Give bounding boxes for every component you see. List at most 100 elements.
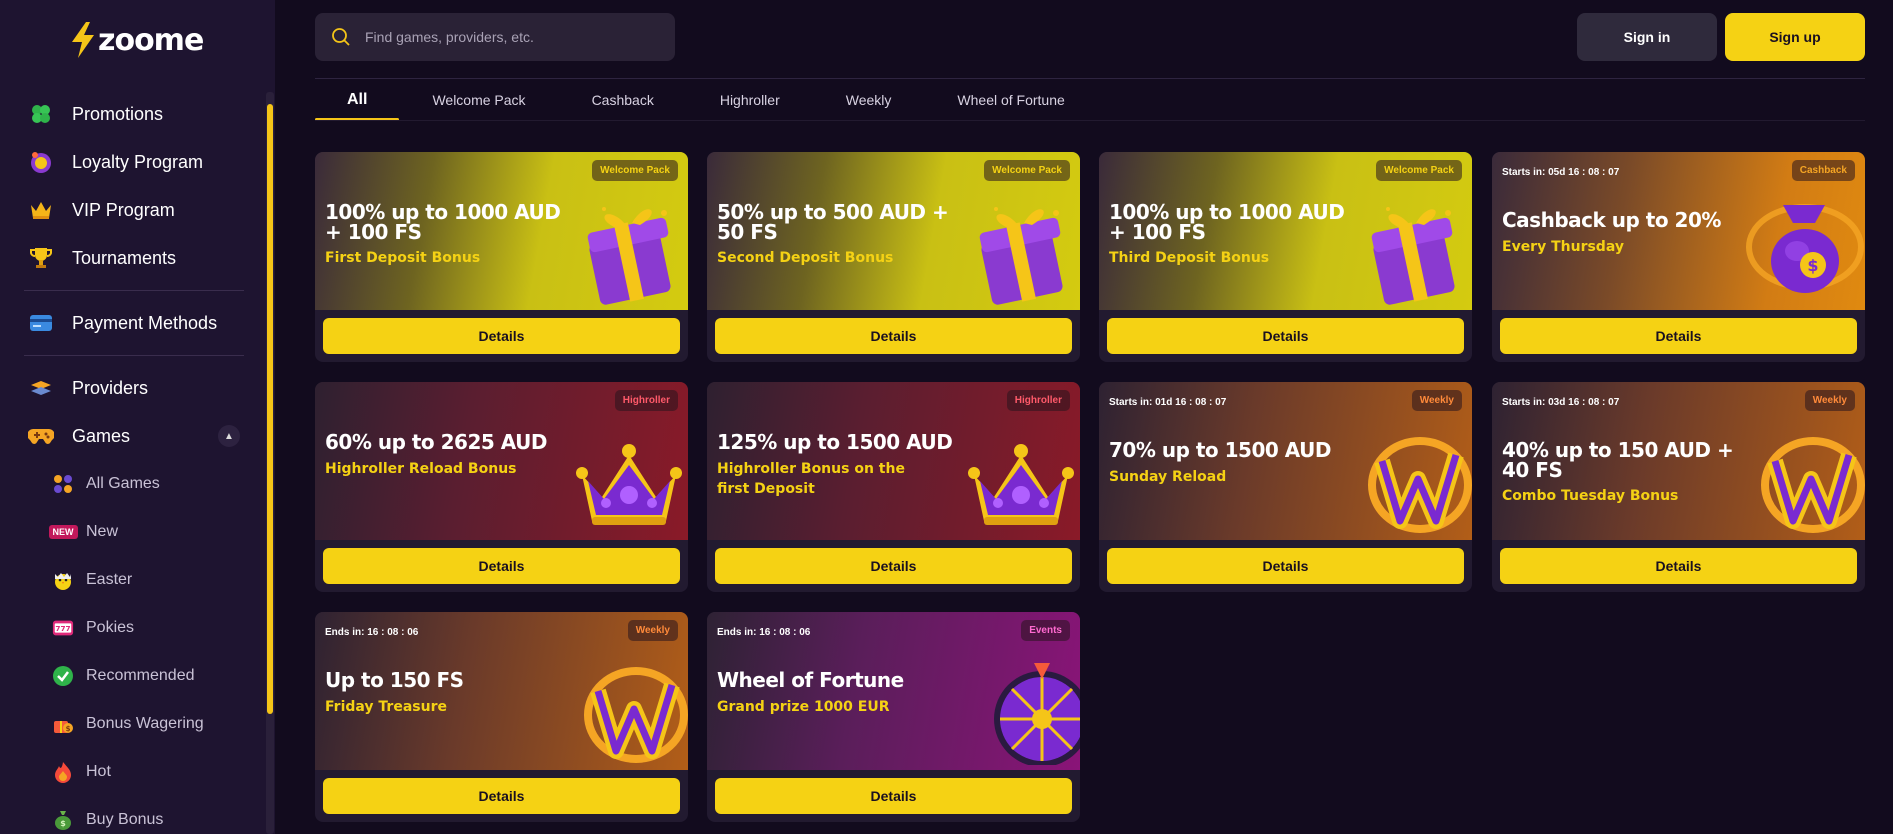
promo-card[interactable]: Ends in: 16 : 08 : 06 Weekly Up to 150 FS F… bbox=[315, 612, 688, 822]
brand-name: zoome bbox=[98, 22, 204, 58]
promo-banner[interactable]: Welcome Pack 100% up to 1000 AUD + 100 FS… bbox=[315, 152, 688, 310]
sidebar-item-loyalty-program[interactable]: Loyalty Program bbox=[0, 138, 264, 186]
promo-card[interactable]: Highroller 125% up to 1500 AUD Highroller … bbox=[707, 382, 1080, 592]
svg-text:$: $ bbox=[60, 819, 66, 828]
slot-icon: 777 bbox=[52, 617, 74, 639]
zoome-logo[interactable]: zoome bbox=[70, 22, 204, 58]
promo-card[interactable]: Highroller 60% up to 2625 AUD Highroller R… bbox=[315, 382, 688, 592]
gift-illustration-icon bbox=[574, 195, 684, 310]
promo-category-tag: Welcome Pack bbox=[984, 160, 1070, 181]
promo-card[interactable]: Welcome Pack 50% up to 500 AUD + 50 FS Sec… bbox=[707, 152, 1080, 362]
promo-card[interactable]: Starts in: 01d 16 : 08 : 07 Weekly 70% up … bbox=[1099, 382, 1472, 592]
promo-banner[interactable]: Highroller 125% up to 1500 AUD Highroller … bbox=[707, 382, 1080, 540]
details-button[interactable]: Details bbox=[323, 778, 680, 814]
promo-subtitle: First Deposit Bonus bbox=[325, 250, 481, 266]
promo-banner[interactable]: Ends in: 16 : 08 : 06 Events Wheel of Fort… bbox=[707, 612, 1080, 770]
promo-title: Cashback up to 20% bbox=[1502, 208, 1721, 232]
details-button[interactable]: Details bbox=[1107, 548, 1464, 584]
details-button[interactable]: Details bbox=[1500, 318, 1857, 354]
sidebar-item-payment-methods[interactable]: Payment Methods bbox=[0, 299, 264, 347]
search-input[interactable] bbox=[365, 29, 665, 45]
promo-banner[interactable]: Highroller 60% up to 2625 AUD Highroller R… bbox=[315, 382, 688, 540]
details-button[interactable]: Details bbox=[715, 548, 1072, 584]
promo-subtitle: Highroller Bonus on the first Deposit bbox=[717, 461, 905, 497]
tab-welcome-pack[interactable]: Welcome Pack bbox=[399, 79, 558, 121]
promo-banner[interactable]: Ends in: 16 : 08 : 06 Weekly Up to 150 FS F… bbox=[315, 612, 688, 770]
tab-all[interactable]: All bbox=[315, 79, 400, 121]
promo-timer: Starts in: 03d 16 : 08 : 07 bbox=[1502, 397, 1620, 408]
tab-weekly[interactable]: Weekly bbox=[813, 79, 925, 121]
promo-subtitle: Sunday Reload bbox=[1109, 469, 1227, 485]
sidebar-subitem-all-games[interactable]: All Games bbox=[0, 460, 264, 508]
promo-category-tag: Welcome Pack bbox=[1376, 160, 1462, 181]
promo-subtitle: Second Deposit Bonus bbox=[717, 250, 894, 266]
sidebar-item-label: Games bbox=[72, 425, 131, 446]
promo-title: Wheel of Fortune bbox=[717, 668, 904, 692]
details-button[interactable]: Details bbox=[715, 778, 1072, 814]
promo-category-tag: Weekly bbox=[627, 620, 678, 641]
promo-category-tag: Events bbox=[1021, 620, 1070, 641]
sidebar-subitem-label: Bonus Wagering bbox=[86, 715, 204, 732]
sign-up-button[interactable]: Sign up bbox=[1725, 13, 1865, 61]
details-button[interactable]: Details bbox=[1500, 548, 1857, 584]
sidebar-subitem-label: Recommended bbox=[86, 667, 195, 684]
sidebar-subitem-new[interactable]: NEW New bbox=[0, 508, 264, 556]
sidebar-subitem-recommended[interactable]: Recommended bbox=[0, 652, 264, 700]
sidebar-subitem-easter[interactable]: Easter bbox=[0, 556, 264, 604]
search-bar[interactable] bbox=[315, 13, 675, 61]
svg-text:777: 777 bbox=[55, 624, 70, 633]
sidebar-nav: Promotions Loyalty Program VIP Program T… bbox=[0, 90, 264, 834]
promo-banner[interactable]: Starts in: 03d 16 : 08 : 07 Weekly 40% up … bbox=[1492, 382, 1865, 540]
promo-card[interactable]: Ends in: 16 : 08 : 06 Events Wheel of Fort… bbox=[707, 612, 1080, 822]
details-button[interactable]: Details bbox=[1107, 318, 1464, 354]
promo-tabs: All Welcome Pack Cashback Highroller Wee… bbox=[315, 79, 1098, 121]
crown-icon bbox=[28, 197, 54, 223]
sidebar-subitem-buy-bonus[interactable]: $ Buy Bonus bbox=[0, 796, 264, 834]
sidebar-item-label: Payment Methods bbox=[72, 312, 218, 333]
sidebar: zoome Promotions Loyalty Program VIP Pro… bbox=[0, 0, 275, 834]
w-illustration-icon bbox=[578, 655, 688, 770]
details-button[interactable]: Details bbox=[323, 318, 680, 354]
promo-banner[interactable]: Starts in: 01d 16 : 08 : 07 Weekly 70% up … bbox=[1099, 382, 1472, 540]
trophy-icon bbox=[28, 245, 54, 271]
promo-title: 50% up to 500 AUD + 50 FS bbox=[717, 200, 949, 244]
promo-card[interactable]: Welcome Pack 100% up to 1000 AUD + 100 FS… bbox=[1099, 152, 1472, 362]
sidebar-item-promotions[interactable]: Promotions bbox=[0, 90, 264, 138]
details-button[interactable]: Details bbox=[323, 548, 680, 584]
sidebar-scrollbar-thumb[interactable] bbox=[267, 104, 273, 714]
promo-card[interactable]: Welcome Pack 100% up to 1000 AUD + 100 FS… bbox=[315, 152, 688, 362]
sidebar-item-label: VIP Program bbox=[72, 199, 175, 220]
sidebar-subitem-hot[interactable]: Hot bbox=[0, 748, 264, 796]
sidebar-item-tournaments[interactable]: Tournaments bbox=[0, 234, 264, 282]
sidebar-item-games[interactable]: Games ▲ bbox=[0, 412, 264, 460]
promo-banner[interactable]: Starts in: 05d 16 : 08 : 07 Cashback Cashb… bbox=[1492, 152, 1865, 310]
tab-cashback[interactable]: Cashback bbox=[559, 79, 687, 121]
sign-in-button[interactable]: Sign in bbox=[1577, 13, 1717, 61]
promo-banner[interactable]: Welcome Pack 50% up to 500 AUD + 50 FS Sec… bbox=[707, 152, 1080, 310]
sidebar-divider bbox=[24, 290, 244, 291]
promo-subtitle: Combo Tuesday Bonus bbox=[1502, 488, 1679, 504]
crown-illustration-icon bbox=[574, 425, 684, 540]
promo-banner[interactable]: Welcome Pack 100% up to 1000 AUD + 100 FS… bbox=[1099, 152, 1472, 310]
details-button[interactable]: Details bbox=[715, 318, 1072, 354]
promo-card[interactable]: Starts in: 05d 16 : 08 : 07 Cashback Cashb… bbox=[1492, 152, 1865, 362]
sidebar-subitem-label: Easter bbox=[86, 571, 133, 588]
tab-wheel-of-fortune[interactable]: Wheel of Fortune bbox=[924, 79, 1097, 121]
sidebar-subitem-pokies[interactable]: 777 Pokies bbox=[0, 604, 264, 652]
promo-title: 70% up to 1500 AUD bbox=[1109, 438, 1331, 462]
tab-highroller[interactable]: Highroller bbox=[687, 79, 813, 121]
sidebar-item-label: Promotions bbox=[72, 103, 164, 124]
check-icon bbox=[52, 665, 74, 687]
wheel-illustration-icon bbox=[980, 655, 1080, 770]
sidebar-item-providers[interactable]: Providers bbox=[0, 364, 264, 412]
gamepad-icon bbox=[28, 423, 54, 449]
sidebar-item-vip-program[interactable]: VIP Program bbox=[0, 186, 264, 234]
chevron-up-icon[interactable]: ▲ bbox=[218, 425, 240, 447]
sidebar-subitem-bonus-wagering[interactable]: $ Bonus Wagering bbox=[0, 700, 264, 748]
sidebar-subitem-label: All Games bbox=[86, 475, 160, 492]
tabs-bottom-divider bbox=[315, 120, 1865, 121]
providers-icon bbox=[28, 375, 54, 401]
fire-icon bbox=[52, 761, 74, 783]
sidebar-scrollbar[interactable] bbox=[266, 92, 274, 834]
promo-card[interactable]: Starts in: 03d 16 : 08 : 07 Weekly 40% up … bbox=[1492, 382, 1865, 592]
